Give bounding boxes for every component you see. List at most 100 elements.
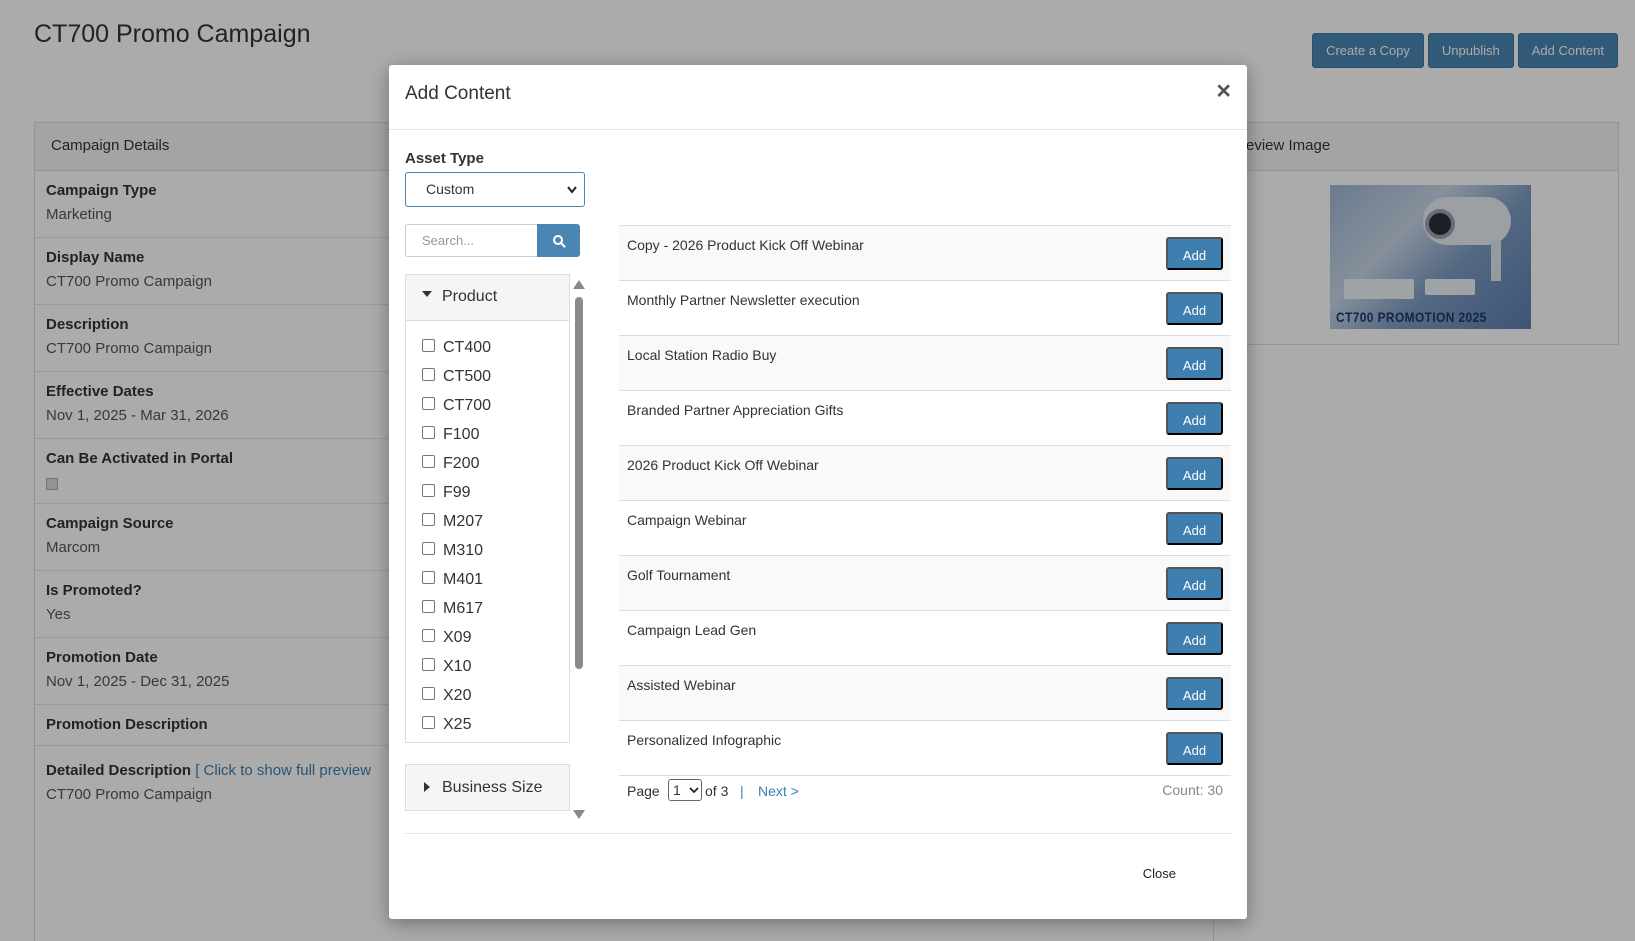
product-option-label: F99 xyxy=(443,483,471,501)
content-name: 2026 Product Kick Off Webinar xyxy=(627,457,819,473)
checkbox[interactable] xyxy=(422,716,435,729)
page-total-label: of 3 xyxy=(705,783,729,799)
product-option[interactable]: M401 xyxy=(422,565,569,594)
checkbox[interactable] xyxy=(422,397,435,410)
product-option[interactable]: X09 xyxy=(422,623,569,652)
add-button[interactable]: Add xyxy=(1166,732,1223,765)
add-button[interactable]: Add xyxy=(1166,677,1223,710)
add-button[interactable]: Add xyxy=(1166,347,1223,380)
checkbox[interactable] xyxy=(422,339,435,352)
product-option-label: F200 xyxy=(443,454,480,472)
product-option[interactable]: F100 xyxy=(422,420,569,449)
product-filter-header[interactable]: Product xyxy=(406,275,569,321)
checkbox[interactable] xyxy=(422,629,435,642)
content-row: Local Station Radio Buy Add xyxy=(619,336,1231,391)
content-row: Assisted Webinar Add xyxy=(619,666,1231,721)
page-label: Page xyxy=(627,783,660,799)
content-row: Campaign Lead Gen Add xyxy=(619,611,1231,666)
product-filter-label: Product xyxy=(442,288,498,305)
content-name: Branded Partner Appreciation Gifts xyxy=(627,402,844,418)
add-button[interactable]: Add xyxy=(1166,292,1223,325)
add-button[interactable]: Add xyxy=(1166,512,1223,545)
add-button[interactable]: Add xyxy=(1166,622,1223,655)
product-option[interactable]: M207 xyxy=(422,507,569,536)
product-option-label: CT700 xyxy=(443,396,492,414)
product-option[interactable]: CT500 xyxy=(422,362,569,391)
product-option-label: X10 xyxy=(443,657,472,675)
product-option[interactable]: X10 xyxy=(422,652,569,681)
checkbox[interactable] xyxy=(422,484,435,497)
product-option[interactable]: F200 xyxy=(422,449,569,478)
product-option[interactable]: X20 xyxy=(422,681,569,710)
result-count: Count: 30 xyxy=(1162,782,1223,798)
product-option[interactable]: CT400 xyxy=(422,333,569,362)
product-option-label: M207 xyxy=(443,512,484,530)
content-row: Branded Partner Appreciation Gifts Add xyxy=(619,391,1231,446)
content-name: Monthly Partner Newsletter execution xyxy=(627,292,860,308)
modal-header: Add Content × xyxy=(389,65,1247,130)
content-name: Golf Tournament xyxy=(627,567,731,583)
product-option-label: M310 xyxy=(443,541,484,559)
content-name: Local Station Radio Buy xyxy=(627,347,777,363)
product-option[interactable]: F99 xyxy=(422,478,569,507)
product-option-label: M617 xyxy=(443,599,484,617)
chevron-down-icon xyxy=(566,175,578,217)
scroll-down-arrow-icon[interactable] xyxy=(573,810,585,819)
product-option-label: M401 xyxy=(443,570,484,588)
content-name: Personalized Infographic xyxy=(627,732,782,748)
asset-type-label: Asset Type xyxy=(405,150,484,167)
search-icon xyxy=(552,234,566,248)
page-select-value: 1 xyxy=(673,782,681,798)
content-row: Monthly Partner Newsletter execution Add xyxy=(619,281,1231,336)
product-option-label: X25 xyxy=(443,715,472,733)
add-button[interactable]: Add xyxy=(1166,237,1223,270)
content-name: Campaign Webinar xyxy=(627,512,747,528)
product-option[interactable]: X25 xyxy=(422,710,569,739)
product-option-label: F100 xyxy=(443,425,480,443)
search-button[interactable] xyxy=(537,224,580,257)
content-row: Golf Tournament Add xyxy=(619,556,1231,611)
product-option[interactable]: M617 xyxy=(422,594,569,623)
caret-right-icon xyxy=(424,782,430,792)
asset-type-value: Custom xyxy=(426,181,475,197)
add-button[interactable]: Add xyxy=(1166,567,1223,600)
product-option[interactable]: M310 xyxy=(422,536,569,565)
close-icon[interactable]: × xyxy=(1216,79,1231,104)
page-select[interactable]: 1 xyxy=(668,779,702,801)
checkbox[interactable] xyxy=(422,426,435,439)
add-content-modal: Add Content × Asset Type Custom Search..… xyxy=(389,65,1247,919)
content-row: 2026 Product Kick Off Webinar Add xyxy=(619,446,1231,501)
business-size-filter-header[interactable]: Business Size xyxy=(405,764,570,811)
content-name: Campaign Lead Gen xyxy=(627,622,757,638)
checkbox[interactable] xyxy=(422,542,435,555)
scroll-up-arrow-icon[interactable] xyxy=(573,280,585,289)
content-list: Copy - 2026 Product Kick Off Webinar Add … xyxy=(619,225,1231,776)
next-page-link[interactable]: Next > xyxy=(758,783,799,799)
product-option-label: X20 xyxy=(443,686,472,704)
add-button[interactable]: Add xyxy=(1166,402,1223,435)
product-filter-panel: Product CT400 CT500 CT700 F100 F200 F99 … xyxy=(405,274,570,743)
checkbox[interactable] xyxy=(422,455,435,468)
modal-title: Add Content xyxy=(405,83,511,104)
asset-type-select[interactable]: Custom xyxy=(405,172,585,207)
checkbox[interactable] xyxy=(422,513,435,526)
checkbox[interactable] xyxy=(422,600,435,613)
content-name: Copy - 2026 Product Kick Off Webinar xyxy=(627,237,864,253)
checkbox[interactable] xyxy=(422,368,435,381)
filter-scrollbar-thumb[interactable] xyxy=(575,297,583,669)
add-button[interactable]: Add xyxy=(1166,457,1223,490)
checkbox[interactable] xyxy=(422,687,435,700)
search-group: Search... xyxy=(405,224,580,257)
checkbox[interactable] xyxy=(422,658,435,671)
pager-separator: | xyxy=(740,783,744,799)
product-filter-list: CT400 CT500 CT700 F100 F200 F99 M207 M31… xyxy=(406,321,569,739)
business-size-filter-label: Business Size xyxy=(442,779,543,796)
modal-footer-divider xyxy=(405,833,1231,834)
product-option[interactable]: CT700 xyxy=(422,391,569,420)
product-option-label: X09 xyxy=(443,628,472,646)
search-input[interactable]: Search... xyxy=(405,224,538,257)
checkbox[interactable] xyxy=(422,571,435,584)
product-option-label: CT500 xyxy=(443,367,492,385)
close-button[interactable]: Close xyxy=(1133,860,1186,887)
product-option-label: CT400 xyxy=(443,338,492,356)
